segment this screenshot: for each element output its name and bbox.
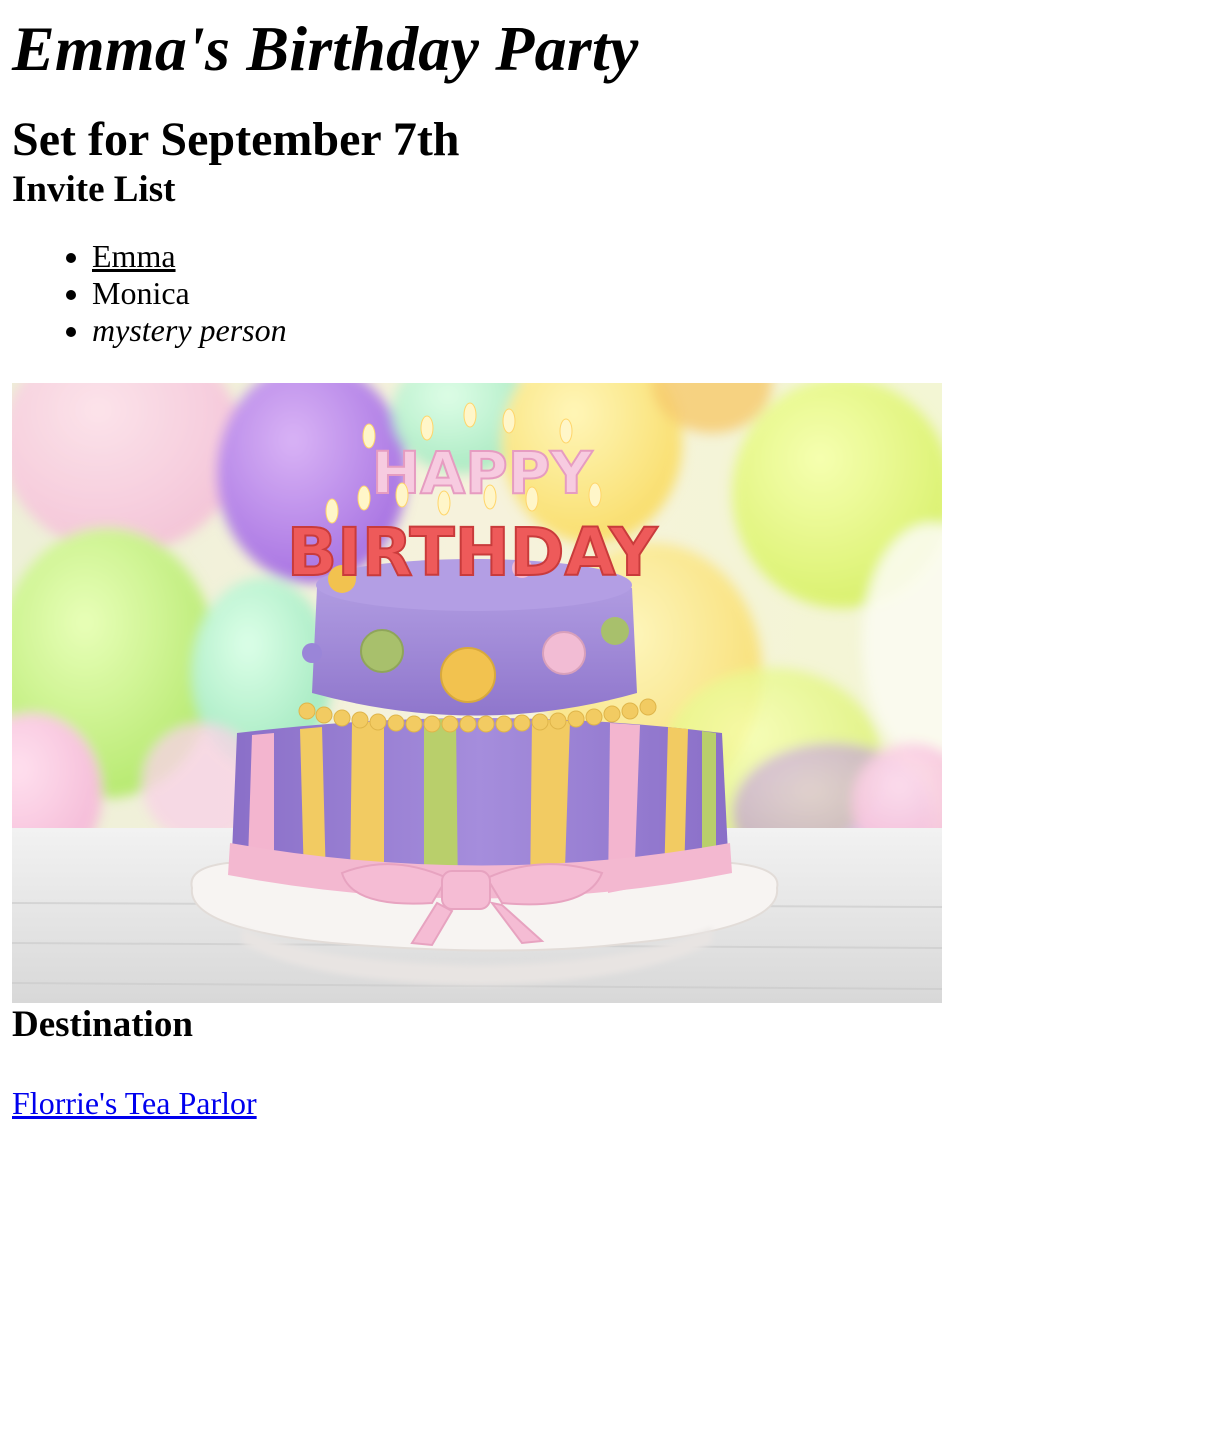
page-content: Emma's Birthday Party Set for September … bbox=[0, 12, 1216, 1122]
list-item: mystery person bbox=[92, 312, 1204, 349]
page-title: Emma's Birthday Party bbox=[12, 13, 639, 84]
invite-name-emma: Emma bbox=[92, 238, 176, 274]
list-item: Monica bbox=[92, 275, 1204, 312]
invite-name-monica: Monica bbox=[92, 275, 190, 311]
invite-name-mystery: mystery person bbox=[92, 312, 287, 348]
list-item: Emma bbox=[92, 238, 1204, 275]
invite-list-heading: Invite List bbox=[12, 169, 176, 210]
destination-link[interactable]: Florrie's Tea Parlor bbox=[12, 1085, 257, 1122]
destination-heading: Destination bbox=[12, 1004, 193, 1045]
page-subtitle: Set for September 7th bbox=[12, 113, 460, 166]
invite-list: Emma Monica mystery person bbox=[12, 238, 1204, 349]
birthday-cake-photo: HAPPY BIRTHDAY bbox=[12, 383, 942, 1003]
candle-text-birthday: BIRTHDAY bbox=[287, 514, 659, 591]
